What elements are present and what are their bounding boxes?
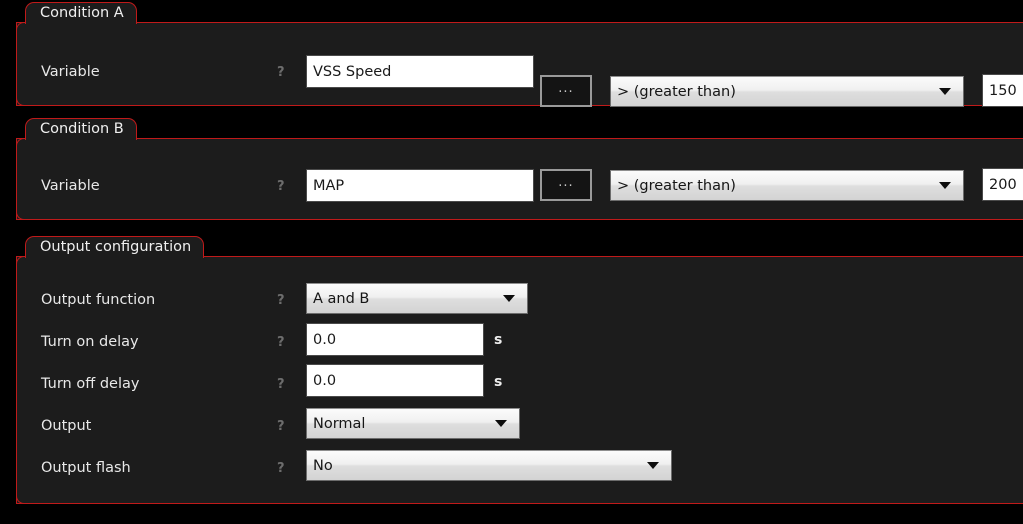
- group-title-output-configuration: Output configuration: [25, 236, 205, 260]
- help-icon-turn-on-delay[interactable]: ?: [277, 336, 285, 349]
- output-function-value: A and B: [313, 290, 370, 307]
- group-title-condition-a: Condition A: [25, 2, 137, 26]
- group-condition-a: Condition A Variable ? VSS Speed ... > (…: [16, 2, 1023, 107]
- output-value: Normal: [313, 415, 366, 432]
- output-configuration-screen: Condition A Variable ? VSS Speed ... > (…: [0, 0, 1023, 524]
- label-variable: Variable: [41, 64, 100, 80]
- variable-browse-button-b[interactable]: ...: [540, 169, 592, 201]
- group-output-configuration: Output configuration Output function ? A…: [16, 236, 1023, 504]
- output-flash-value: No: [313, 457, 333, 474]
- turn-on-delay-input[interactable]: 0.0: [306, 323, 484, 356]
- output-function-select[interactable]: A and B: [306, 283, 528, 314]
- group-title-condition-b: Condition B: [25, 118, 137, 142]
- variable-input-b[interactable]: MAP: [306, 169, 534, 202]
- group-title-label: Condition A: [40, 5, 124, 22]
- row-variable-a: Variable: [41, 57, 100, 87]
- label-output-flash: Output flash: [41, 460, 131, 476]
- help-icon-output-function[interactable]: ?: [277, 294, 285, 307]
- help-icon-variable-a[interactable]: ?: [277, 66, 285, 79]
- row-turn-off-delay: Turn off delay: [41, 369, 139, 399]
- help-icon-output[interactable]: ?: [277, 420, 285, 433]
- row-output-function: Output function: [41, 285, 155, 315]
- group-title-label: Condition B: [40, 121, 124, 138]
- variable-input-a[interactable]: VSS Speed: [306, 55, 534, 88]
- unit-turn-off-delay: s: [494, 374, 503, 390]
- chevron-down-icon: [503, 295, 515, 302]
- help-icon-variable-b[interactable]: ?: [277, 180, 285, 193]
- label-turn-on-delay: Turn on delay: [41, 334, 139, 350]
- group-condition-b: Condition B Variable ? MAP ... > (greate…: [16, 118, 1023, 220]
- label-output: Output: [41, 418, 92, 434]
- group-title-label: Output configuration: [40, 239, 192, 256]
- label-turn-off-delay: Turn off delay: [41, 376, 140, 392]
- threshold-input-b[interactable]: 200: [982, 168, 1023, 201]
- unit-turn-on-delay: s: [494, 332, 503, 348]
- chevron-down-icon: [495, 420, 507, 427]
- frame-corner-bottom-left: [16, 494, 26, 504]
- comparison-select-b[interactable]: > (greater than): [610, 170, 964, 201]
- output-flash-select[interactable]: No: [306, 450, 672, 481]
- comparison-value-a: > (greater than): [617, 83, 736, 100]
- label-variable: Variable: [41, 178, 100, 194]
- chevron-down-icon: [647, 462, 659, 469]
- help-icon-output-flash[interactable]: ?: [277, 462, 285, 475]
- help-icon-turn-off-delay[interactable]: ?: [277, 378, 285, 391]
- turn-off-delay-input[interactable]: 0.0: [306, 364, 484, 397]
- chevron-down-icon: [939, 182, 951, 189]
- row-output: Output: [41, 411, 91, 441]
- output-select[interactable]: Normal: [306, 408, 520, 439]
- frame-corner-bottom-left: [16, 96, 26, 106]
- label-output-function: Output function: [41, 292, 156, 308]
- chevron-down-icon: [939, 88, 951, 95]
- comparison-value-b: > (greater than): [617, 177, 736, 194]
- variable-browse-button-a[interactable]: ...: [540, 75, 592, 107]
- row-variable-b: Variable: [41, 171, 100, 201]
- comparison-select-a[interactable]: > (greater than): [610, 76, 964, 107]
- frame-corner-bottom-left: [16, 210, 26, 220]
- row-output-flash: Output flash: [41, 453, 131, 483]
- row-turn-on-delay: Turn on delay: [41, 327, 139, 357]
- threshold-input-a[interactable]: 150: [982, 74, 1023, 107]
